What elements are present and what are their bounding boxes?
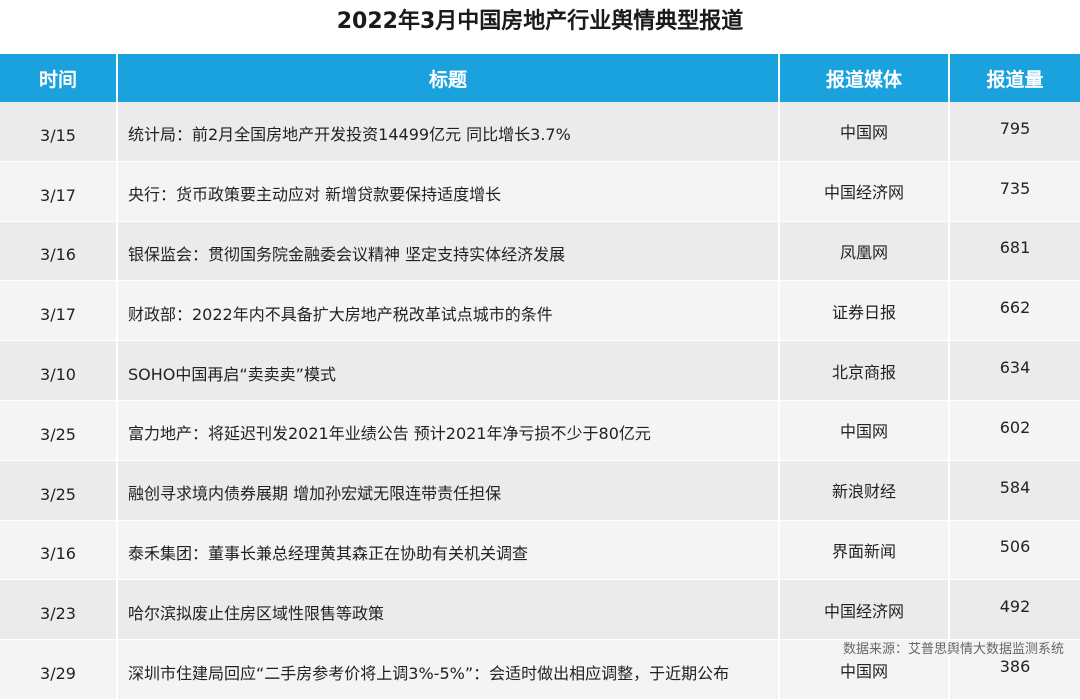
row-count: 681 [949, 221, 1080, 282]
row-headline: 富力地产：将延迟刊发2021年业绩公告 预计2021年净亏损不少于80亿元 [117, 400, 780, 461]
column-header-count: 报道量 [949, 54, 1080, 102]
row-date: 3/16 [0, 520, 118, 581]
row-date: 3/23 [0, 579, 118, 641]
column-header-media: 报道媒体 [779, 54, 950, 102]
row-count: 795 [949, 102, 1080, 162]
data-source-note: 数据来源：艾普思舆情大数据监测系统 [842, 642, 1064, 657]
table-row: 3/10 SOHO中国再启“卖卖卖”模式 北京商报 634 [0, 340, 1080, 401]
row-media: 新浪财经 [779, 460, 950, 521]
row-count: 492 [949, 579, 1080, 641]
row-media: 北京商报 [779, 340, 950, 401]
row-media: 中国经济网 [779, 579, 950, 641]
table-row: 3/17 财政部：2022年内不具备扩大房地产税改革试点城市的条件 证券日报 6… [0, 280, 1080, 342]
table-row: 3/16 银保监会：贯彻国务院金融委会议精神 坚定支持实体经济发展 凤凰网 68… [0, 221, 1080, 282]
row-date: 3/10 [0, 340, 118, 401]
row-media: 中国网 [779, 400, 950, 461]
row-count: 634 [949, 340, 1080, 401]
row-headline: SOHO中国再启“卖卖卖”模式 [117, 340, 780, 401]
table-row: 3/16 泰禾集团：董事长兼总经理黄其森正在协助有关机关调查 界面新闻 506 [0, 520, 1080, 581]
row-headline: 银保监会：贯彻国务院金融委会议精神 坚定支持实体经济发展 [117, 221, 780, 282]
row-headline: 央行：货币政策要主动应对 新增贷款要保持适度增长 [117, 161, 780, 222]
table-row: 3/17 央行：货币政策要主动应对 新增贷款要保持适度增长 中国经济网 735 [0, 161, 1080, 222]
row-date: 3/16 [0, 221, 118, 282]
row-headline: 统计局：前2月全国房地产开发投资14499亿元 同比增长3.7% [117, 102, 780, 162]
table-row: 3/25 富力地产：将延迟刊发2021年业绩公告 预计2021年净亏损不少于80… [0, 400, 1080, 461]
row-date: 3/17 [0, 280, 118, 342]
row-date: 3/25 [0, 400, 118, 461]
column-header-title: 标题 [117, 54, 780, 102]
row-date: 3/17 [0, 161, 118, 222]
row-media: 中国经济网 [779, 161, 950, 222]
row-count: 584 [949, 460, 1080, 521]
row-media: 证券日报 [779, 280, 950, 342]
row-count: 735 [949, 161, 1080, 222]
column-header-date: 时间 [0, 54, 118, 102]
row-media: 凤凰网 [779, 221, 950, 282]
table-row: 3/25 融创寻求境内债券展期 增加孙宏斌无限连带责任担保 新浪财经 584 [0, 460, 1080, 521]
news-table: 时间 标题 报道媒体 报道量 3/15 统计局：前2月全国房地产开发投资1449… [0, 54, 1080, 700]
row-count: 662 [949, 280, 1080, 342]
row-date: 3/25 [0, 460, 118, 521]
row-headline: 哈尔滨拟废止住房区域性限售等政策 [117, 579, 780, 641]
table-row: 3/15 统计局：前2月全国房地产开发投资14499亿元 同比增长3.7% 中国… [0, 102, 1080, 162]
table-row: 3/23 哈尔滨拟废止住房区域性限售等政策 中国经济网 492 [0, 579, 1080, 641]
row-count: 506 [949, 520, 1080, 581]
row-headline: 泰禾集团：董事长兼总经理黄其森正在协助有关机关调查 [117, 520, 780, 581]
row-count: 602 [949, 400, 1080, 461]
row-headline: 深圳市住建局回应“二手房参考价将上调3%-5%”：会适时做出相应调整，于近期公布 [117, 639, 780, 700]
row-headline: 融创寻求境内债券展期 增加孙宏斌无限连带责任担保 [117, 460, 780, 521]
page-title: 2022年3月中国房地产行业舆情典型报道 [336, 9, 744, 34]
row-date: 3/15 [0, 102, 118, 162]
row-date: 3/29 [0, 639, 118, 700]
table-header-row: 时间 标题 报道媒体 报道量 [0, 54, 1080, 102]
row-headline: 财政部：2022年内不具备扩大房地产税改革试点城市的条件 [117, 280, 780, 342]
row-media: 中国网 [779, 102, 950, 162]
row-media: 界面新闻 [779, 520, 950, 581]
